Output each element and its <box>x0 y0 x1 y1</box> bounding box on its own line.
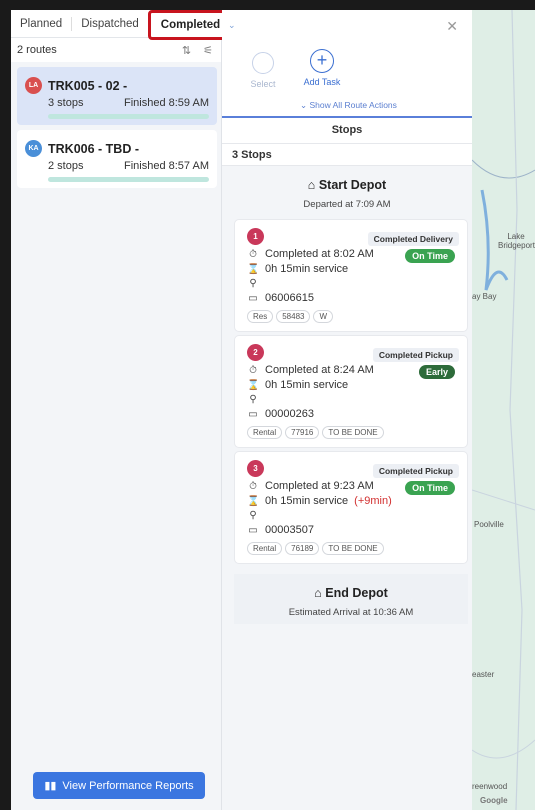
hourglass-icon: ⌛ <box>247 495 260 507</box>
map-label: ay Bay <box>472 292 497 301</box>
route-detail-panel: ⌄ ✕ Select + Add Task ⌄ Show All Route A… <box>222 10 472 810</box>
route-stops: 3 stops <box>48 97 84 109</box>
route-name: TRK005 - 02 - <box>48 78 128 93</box>
map-label: Lake Bridgeport <box>498 232 535 250</box>
select-button[interactable]: Select <box>248 52 278 89</box>
stop-tag: 76189 <box>285 542 320 555</box>
chevron-down-icon[interactable]: ⌄ <box>228 20 242 34</box>
calendar-icon: ▭ <box>248 524 258 536</box>
status-badge: On Time <box>405 481 455 495</box>
end-depot-sub: Estimated Arrival at 10:36 AM <box>288 607 414 618</box>
stop-type-badge: Completed Pickup <box>372 464 459 478</box>
clock-icon: ⏱ <box>249 364 257 376</box>
route-finished: Finished 8:57 AM <box>124 160 209 172</box>
status-badge: Early <box>418 365 455 379</box>
stop-service: 0h 15min service <box>265 495 349 507</box>
stop-service: 0h 15min service <box>265 379 349 391</box>
stops-title: Stops <box>222 118 472 144</box>
tab-planned[interactable]: Planned <box>11 10 71 38</box>
stop-number: 2 <box>247 344 264 361</box>
filter-icon[interactable]: ⚟ <box>203 44 213 57</box>
add-task-button[interactable]: + Add Task <box>302 49 342 87</box>
route-actions: Select + Add Task ⌄ Show All Route Actio… <box>222 44 472 118</box>
stop-tag: 58483 <box>276 310 311 323</box>
route-progress-bar <box>48 114 209 119</box>
route-card-trk006[interactable]: KA TRK006 - TBD - 2 stops Finished 8:57 … <box>17 130 217 188</box>
perf-button-label: View Performance Reports <box>62 779 194 792</box>
service-overrun: (+9min) <box>354 495 392 507</box>
stop-order-number: 00000263 <box>265 408 314 420</box>
stop-tag: TO BE DONE <box>322 426 384 439</box>
stop-number: 1 <box>247 228 264 245</box>
stop-tag: TO BE DONE <box>322 542 384 555</box>
google-logo: Google <box>480 796 508 805</box>
map-label: reenwood <box>472 782 508 791</box>
calendar-icon: ▭ <box>248 292 258 304</box>
location-pin-icon: ⚲ <box>249 278 257 289</box>
route-name: TRK006 - TBD - <box>48 141 139 156</box>
stop-tag: W <box>313 310 334 323</box>
stop-tag: Res <box>247 310 274 323</box>
stop-completed: Completed at 8:24 AM <box>265 364 374 376</box>
add-task-label: Add Task <box>303 77 341 87</box>
hourglass-icon: ⌛ <box>247 263 260 275</box>
map-roads <box>472 10 535 810</box>
stop-card[interactable]: 1 Completed Delivery ⏱ Completed at 8:02 … <box>234 219 468 332</box>
end-depot: ⌂ End Depot Estimated Arrival at 10:36 A… <box>234 574 468 624</box>
tab-dispatched[interactable]: Dispatched <box>71 16 148 31</box>
location-pin-icon: ⚲ <box>249 510 257 521</box>
stop-type-badge: Completed Pickup <box>372 348 459 362</box>
start-depot: ⌂ Start Depot Departed at 7:09 AM <box>222 166 472 216</box>
stop-order-number: 06006615 <box>265 292 314 304</box>
home-icon: ⌂ <box>314 586 326 600</box>
stop-tag: Rental <box>247 426 283 439</box>
stop-completed: Completed at 8:02 AM <box>265 248 374 260</box>
close-icon[interactable]: ✕ <box>446 18 458 35</box>
end-depot-name: End Depot <box>325 586 388 600</box>
view-performance-reports-button[interactable]: ▮▮ View Performance Reports <box>33 772 205 799</box>
status-tabs: Planned Dispatched Completed <box>11 10 234 40</box>
show-all-label: Show All Route Actions <box>309 100 397 110</box>
status-badge: On Time <box>405 249 455 263</box>
stop-tag: 77916 <box>285 426 320 439</box>
stop-type-badge: Completed Delivery <box>367 232 459 246</box>
routes-header: 2 routes ⇅ ⚟ <box>11 38 221 62</box>
avatar: LA <box>25 77 42 94</box>
stop-number: 3 <box>247 460 264 477</box>
clock-icon: ⏱ <box>249 248 257 260</box>
routes-panel: Planned Dispatched Completed 2 routes ⇅ … <box>11 10 234 810</box>
show-all-route-actions-link[interactable]: ⌄ Show All Route Actions <box>300 100 397 111</box>
bar-chart-icon: ▮▮ <box>44 780 57 792</box>
plus-icon: + <box>310 49 334 73</box>
route-progress-bar <box>48 177 209 182</box>
map-label: Poolville <box>474 520 504 529</box>
stop-order-number: 00003507 <box>265 524 314 536</box>
select-label: Select <box>250 79 276 89</box>
start-depot-name: Start Depot <box>318 178 387 192</box>
route-finished: Finished 8:59 AM <box>124 97 209 109</box>
start-depot-sub: Departed at 7:09 AM <box>303 199 391 210</box>
calendar-icon: ▭ <box>248 408 258 420</box>
route-stops: 2 stops <box>48 160 84 172</box>
app-frame: Planned Dispatched Completed 2 routes ⇅ … <box>11 10 535 810</box>
stop-service: 0h 15min service <box>265 263 349 275</box>
sort-icon[interactable]: ⇅ <box>182 44 191 57</box>
map-label: easter <box>472 670 495 679</box>
select-icon <box>252 52 274 74</box>
clock-icon: ⏱ <box>249 480 257 492</box>
map-view[interactable]: Lake Bridgeport ay Bay Poolville easter … <box>472 10 535 810</box>
stops-count: 3 Stops <box>222 144 472 166</box>
avatar: KA <box>25 140 42 157</box>
stop-card[interactable]: 3 Completed Pickup ⏱ Completed at 9:23 AM… <box>234 451 468 564</box>
tab-completed[interactable]: Completed <box>147 10 234 40</box>
home-icon: ⌂ <box>307 178 319 192</box>
route-card-trk005[interactable]: LA TRK005 - 02 - 3 stops Finished 8:59 A… <box>17 67 217 125</box>
stop-tag: Rental <box>247 542 283 555</box>
stop-completed: Completed at 9:23 AM <box>265 480 374 492</box>
stop-card[interactable]: 2 Completed Pickup ⏱ Completed at 8:24 AM… <box>234 335 468 448</box>
location-pin-icon: ⚲ <box>249 394 257 405</box>
routes-count: 2 routes <box>17 44 57 56</box>
hourglass-icon: ⌛ <box>247 379 260 391</box>
